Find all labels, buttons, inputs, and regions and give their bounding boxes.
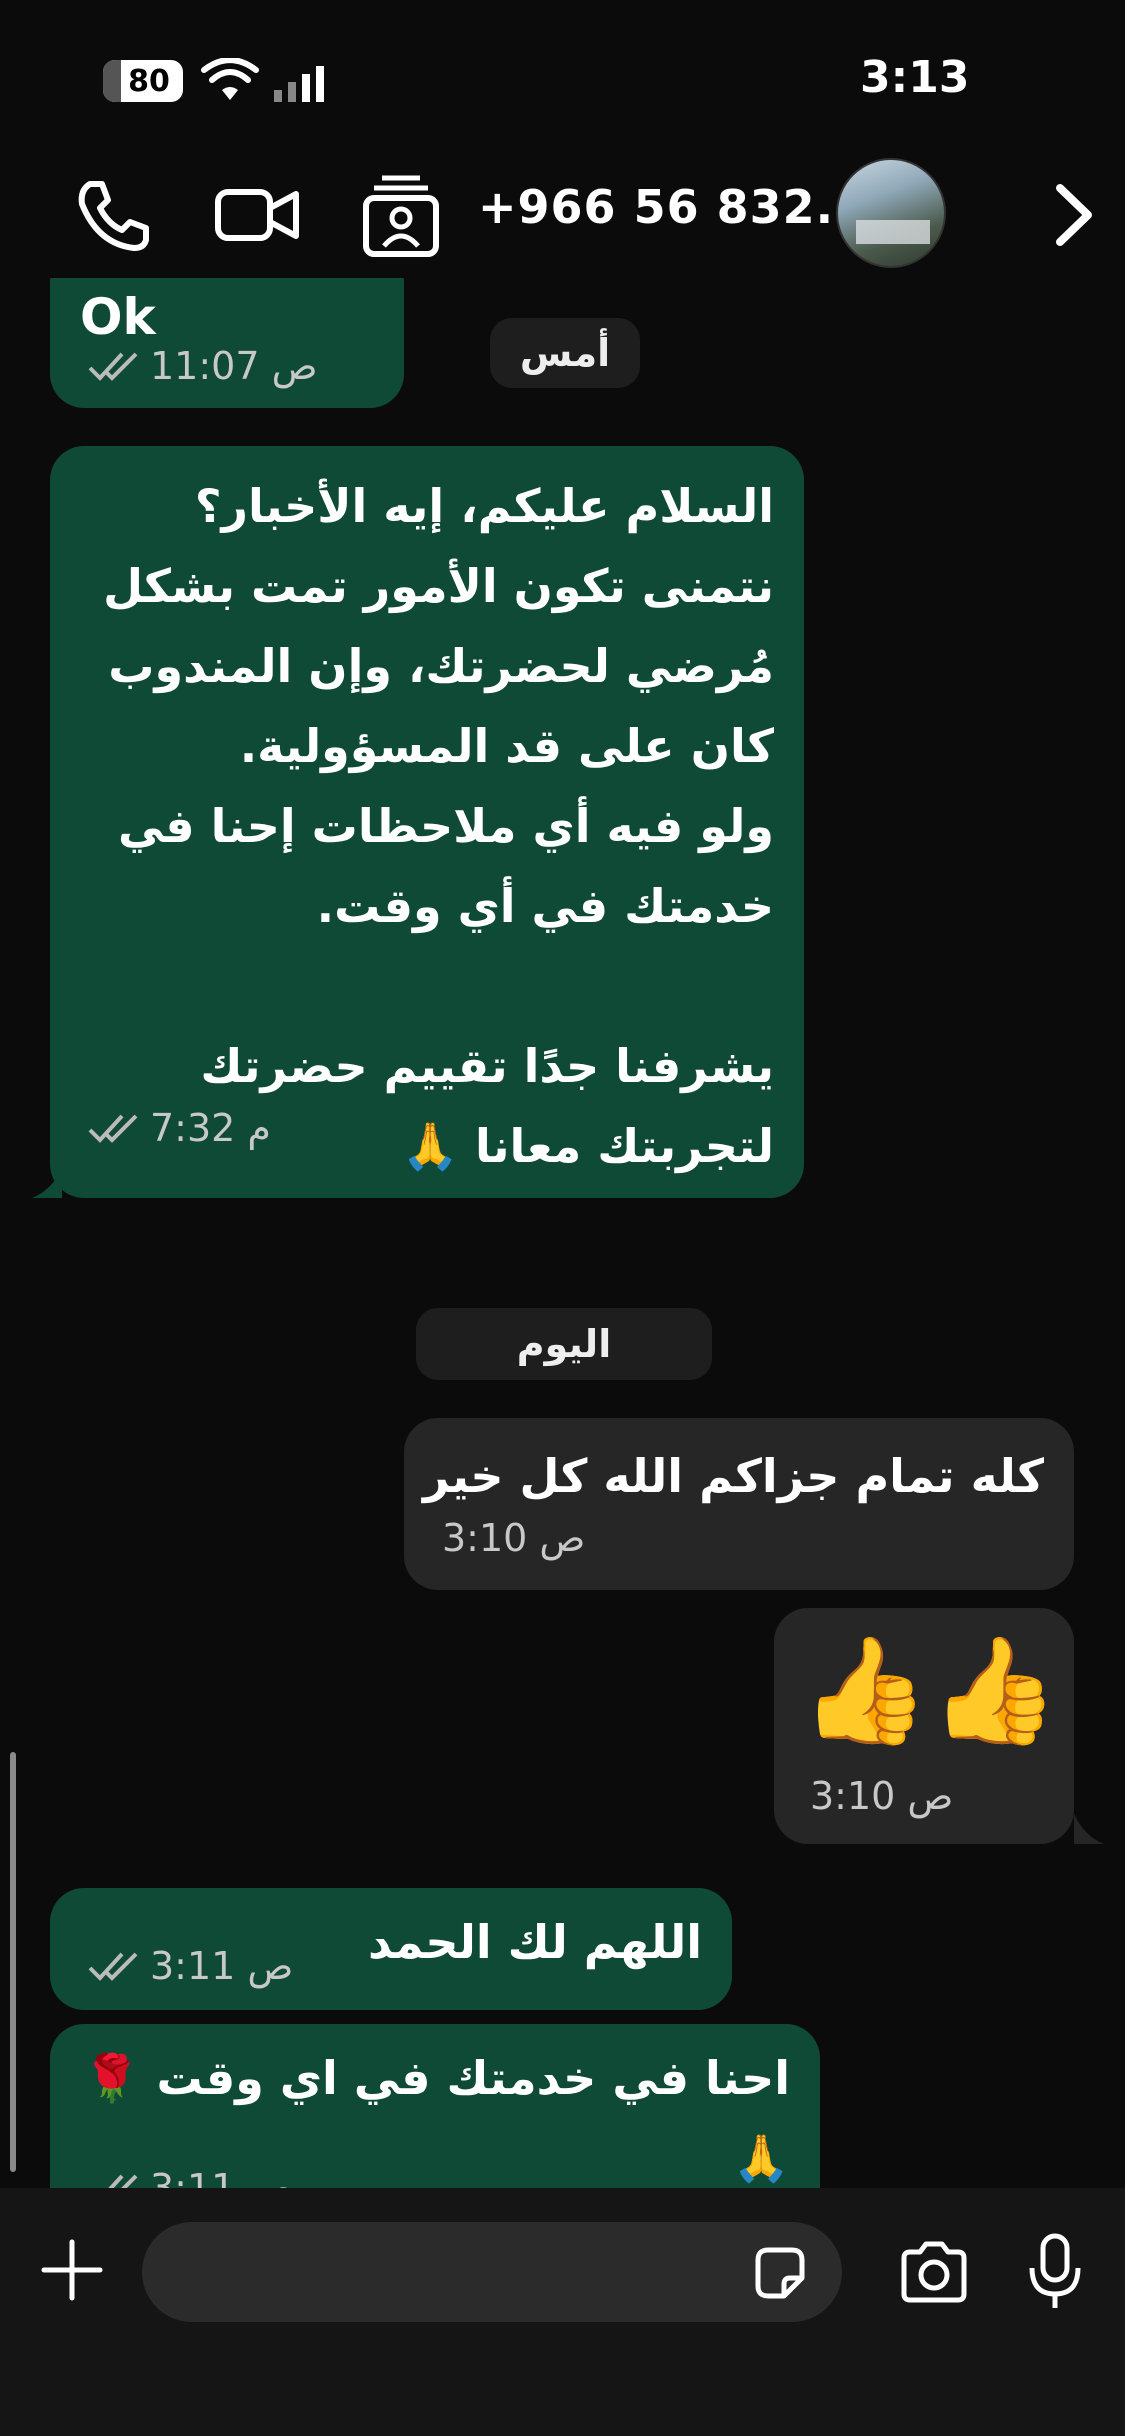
- date-separator-yesterday: أمس: [490, 318, 640, 388]
- message-meta: 3:10 ص: [810, 1774, 953, 1818]
- phone-icon[interactable]: [68, 170, 158, 260]
- message-list[interactable]: Ok 11:07 ص أمس السلام عليكم، إيه الأخبار…: [0, 278, 1125, 2188]
- message-meta: 11:07 ص: [88, 344, 318, 388]
- message-meta: 3:11 ص: [88, 1944, 293, 1988]
- message-bubble-incoming[interactable]: احنا في خدمتك في اي وقت 🌹 🙏 3:11 ص: [50, 2024, 820, 2188]
- scrollbar[interactable]: [10, 1752, 16, 2172]
- message-bubble-incoming[interactable]: اللهم لك الحمد 3:11 ص: [50, 1888, 732, 2010]
- message-meta: 3:10 ص: [442, 1516, 585, 1560]
- message-time: 3:10 ص: [442, 1516, 586, 1560]
- message-bubble-incoming[interactable]: السلام عليكم، إيه الأخبار؟ نتمنى تكون ال…: [50, 446, 804, 1198]
- contact-name[interactable]: +966 56 832...: [478, 180, 871, 234]
- message-text: كله تمام جزاكم الله كل خير: [422, 1449, 1044, 1503]
- contact-avatar[interactable]: [836, 158, 946, 268]
- message-bubble-outgoing[interactable]: 👍👍 3:10 ص: [774, 1608, 1074, 1844]
- message-time: 3:11 ص: [150, 2166, 294, 2188]
- message-time: 3:11 ص: [150, 1944, 294, 1988]
- contact-card-icon[interactable]: [356, 170, 446, 260]
- sticker-icon[interactable]: [750, 2244, 810, 2304]
- double-check-icon: [88, 1952, 138, 1981]
- video-call-icon[interactable]: [212, 170, 302, 260]
- message-text: السلام عليكم، إيه الأخبار؟ نتمنى تكون ال…: [103, 479, 774, 1173]
- message-meta: 3:11 ص: [88, 2166, 293, 2188]
- chat-header: +966 56 832...: [0, 150, 1125, 278]
- message-time: 3:10 ص: [810, 1774, 954, 1818]
- message-emoji: 👍👍: [800, 1629, 1059, 1751]
- status-bar: 80 3:13: [0, 0, 1125, 150]
- message-composer: [0, 2188, 1125, 2436]
- message-time: 7:32 م: [150, 1106, 271, 1150]
- chevron-right-icon[interactable]: [1040, 170, 1110, 260]
- wifi-icon: [200, 57, 260, 104]
- battery-indicator: 80: [103, 60, 183, 102]
- camera-icon[interactable]: [898, 2240, 970, 2304]
- double-check-icon: [88, 1114, 138, 1143]
- date-separator-today: اليوم: [416, 1308, 712, 1380]
- double-check-icon: [88, 352, 138, 381]
- status-time: 3:13: [860, 52, 970, 103]
- message-meta: 7:32 م: [88, 1106, 271, 1150]
- message-time: 11:07 ص: [150, 344, 318, 388]
- battery-level: 80: [128, 63, 170, 99]
- message-input[interactable]: [142, 2222, 842, 2322]
- bubble-tail: [32, 1168, 62, 1198]
- cellular-signal-icon: [272, 66, 332, 102]
- bubble-tail: [1074, 1814, 1104, 1844]
- microphone-icon[interactable]: [1026, 2232, 1084, 2312]
- message-bubble-outgoing[interactable]: كله تمام جزاكم الله كل خير 3:10 ص: [404, 1418, 1074, 1590]
- message-text: Ok: [80, 288, 156, 346]
- message-text: اللهم لك الحمد: [368, 1915, 702, 1969]
- message-bubble-incoming[interactable]: Ok 11:07 ص: [50, 278, 404, 408]
- double-check-icon: [108, 2174, 138, 2188]
- plus-icon[interactable]: [40, 2238, 104, 2302]
